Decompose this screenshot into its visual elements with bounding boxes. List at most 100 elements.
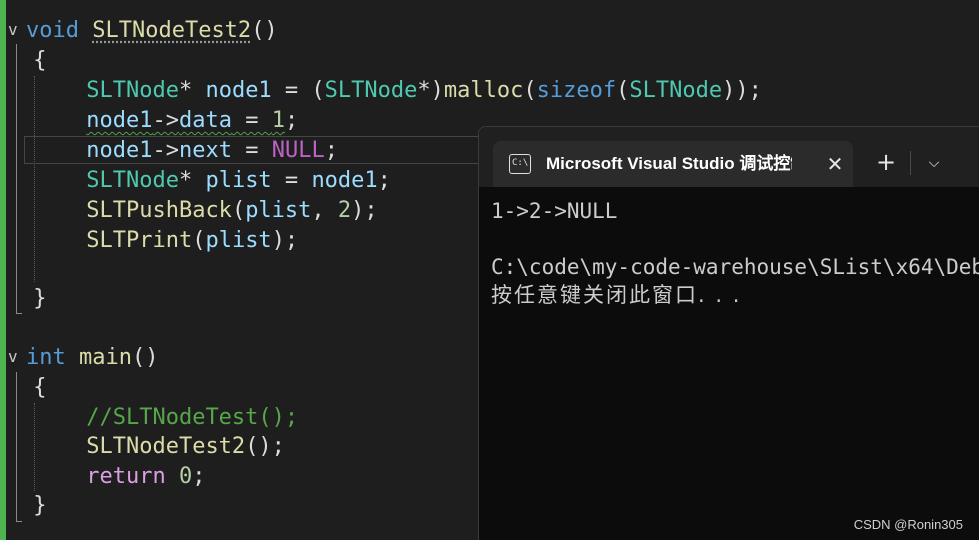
code-token: plist	[205, 168, 272, 193]
code-line[interactable]: void SLTNodeTest2()	[26, 16, 278, 46]
code-token: SLTNodeTest2	[92, 18, 252, 43]
code-token: main	[79, 345, 132, 370]
code-token: (	[231, 198, 246, 223]
scope-line-main	[16, 372, 17, 522]
fold-toggle-icon[interactable]: v	[8, 343, 18, 373]
code-token: //SLTNodeTest();	[86, 405, 299, 430]
new-tab-button[interactable]: +	[873, 147, 899, 177]
code-token: );	[271, 228, 299, 253]
console-output[interactable]: 1->2->NULL C:\code\my-code-warehouse\SLis…	[491, 197, 979, 309]
console-tab-title: Microsoft Visual Studio 调试控制台	[546, 154, 792, 173]
code-token: (	[523, 78, 537, 103]
code-line[interactable]: int main()	[26, 343, 158, 373]
code-token: node1	[311, 168, 378, 193]
code-token: ;	[192, 464, 206, 489]
code-token: SLTNode	[86, 168, 179, 193]
console-output-line: 1->2->NULL	[491, 199, 618, 223]
code-line[interactable]: {	[20, 373, 47, 403]
code-token: SLTNode	[86, 78, 179, 103]
terminal-icon-label: C:\	[512, 158, 529, 168]
code-token: SLTNode	[629, 78, 723, 103]
console-tab[interactable]: C:\ Microsoft Visual Studio 调试控制台 ✕	[493, 141, 853, 187]
scope-line-func	[16, 44, 17, 314]
code-token: SLTNode	[324, 78, 418, 103]
code-line[interactable]: SLTPushBack(plist, 2);	[20, 196, 378, 226]
code-token: ;	[324, 138, 338, 163]
tab-separator	[910, 151, 911, 175]
code-token: SLTPushBack	[86, 198, 232, 223]
code-token: =	[231, 138, 272, 163]
console-output-line: C:\code\my-code-warehouse\SList\x64\Debu…	[491, 255, 979, 279]
code-token: = (	[271, 78, 325, 103]
code-token: ->	[152, 108, 179, 133]
code-token: return	[86, 464, 166, 489]
code-token: plist	[205, 228, 272, 253]
code-token: NULL	[271, 138, 325, 163]
code-token: ()	[131, 345, 159, 370]
scope-foot-main	[16, 521, 22, 522]
code-token: (	[192, 228, 206, 253]
code-token: malloc	[443, 78, 524, 103]
code-token: *	[178, 78, 206, 103]
code-token: =	[231, 108, 272, 133]
code-token: ();	[245, 434, 285, 459]
code-token: ;	[377, 168, 391, 193]
code-line[interactable]: SLTNodeTest2();	[20, 432, 285, 462]
code-token: {	[20, 375, 47, 400]
code-token: 1	[271, 108, 285, 133]
code-token: ()	[251, 18, 278, 43]
code-line[interactable]: }	[20, 491, 47, 521]
code-token: =	[271, 168, 312, 193]
code-token: *	[178, 168, 206, 193]
code-token: SLTNodeTest2	[86, 434, 246, 459]
code-token: 0	[178, 464, 193, 489]
code-line[interactable]: {	[20, 46, 47, 76]
code-token: void	[26, 18, 79, 43]
code-token: (	[616, 78, 630, 103]
code-token: int	[26, 345, 66, 370]
close-icon[interactable]: ✕	[823, 151, 847, 177]
code-token: }	[20, 286, 47, 311]
code-line[interactable]: SLTNode* node1 = (SLTNode*)malloc(sizeof…	[20, 76, 762, 106]
watermark: CSDN @Ronin305	[853, 517, 963, 532]
code-token: data	[178, 108, 232, 133]
code-line[interactable]: SLTPrint(plist);	[20, 226, 298, 256]
code-token: {	[20, 48, 47, 73]
chevron-down-icon[interactable]: ⌵	[921, 149, 947, 177]
terminal-tab-bar: C:\ Microsoft Visual Studio 调试控制台 ✕ + ⌵	[479, 127, 979, 187]
code-token: }	[20, 493, 47, 518]
fold-toggle-icon[interactable]: v	[8, 16, 18, 46]
code-token: SLTPrint	[86, 228, 193, 253]
console-output-line: 按任意键关闭此窗口. . .	[491, 283, 742, 307]
code-line[interactable]: }	[20, 284, 47, 314]
code-line[interactable]: SLTNode* plist = node1;	[20, 166, 391, 196]
code-token: *)	[417, 78, 444, 103]
code-token: node1	[86, 108, 153, 133]
code-token: next	[178, 138, 232, 163]
code-token: node1	[205, 78, 272, 103]
debug-console-window[interactable]: C:\ Microsoft Visual Studio 调试控制台 ✕ + ⌵ …	[478, 126, 979, 540]
code-token: ->	[152, 138, 179, 163]
code-line[interactable]: node1->next = NULL;	[20, 136, 338, 166]
code-token: );	[351, 198, 378, 223]
code-token: node1	[86, 138, 153, 163]
code-token: ;	[284, 108, 299, 133]
code-line[interactable]: node1->data = 1;	[20, 106, 298, 136]
code-line[interactable]: //SLTNodeTest();	[20, 403, 298, 433]
code-token: ,	[311, 198, 338, 223]
code-line[interactable]: return 0;	[20, 462, 205, 492]
code-token: 2	[337, 198, 352, 223]
terminal-icon: C:\	[509, 154, 531, 174]
